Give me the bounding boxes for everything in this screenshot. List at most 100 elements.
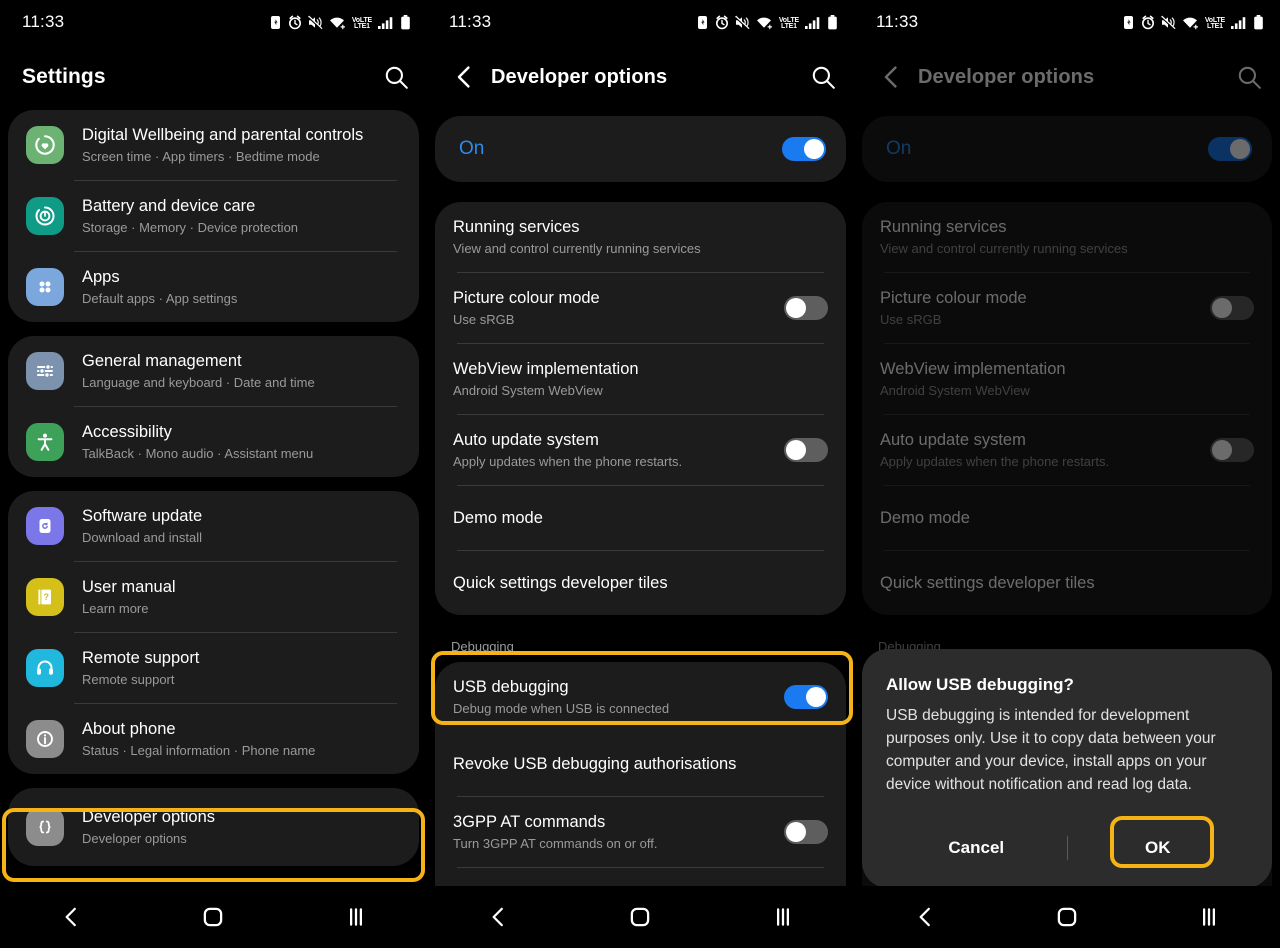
volte-icon: VoLTE LTE1 [351, 16, 372, 30]
item-title: Picture colour mode [453, 289, 600, 307]
battery-saver-icon [270, 15, 280, 29]
info-icon [26, 720, 64, 758]
sidebar-item-apps[interactable]: Apps Default apps · App settings [8, 252, 419, 322]
battery-saver-icon [697, 15, 707, 29]
list-item-text: About phone Status · Legal information ·… [82, 718, 401, 760]
list-item-demo-mode: Demo mode [862, 486, 1272, 550]
item-title: WebView implementation [880, 360, 1066, 378]
picture-colour-mode-toggle[interactable] [784, 296, 828, 320]
panel-settings: 11:33 VoLTE LTE1 Settings Digital Wellbe… [0, 0, 427, 948]
nav-home-icon[interactable] [1054, 904, 1080, 930]
sidebar-item-remote-support[interactable]: Remote support Remote support [8, 633, 419, 703]
dev-options-appbar: Developer options [854, 44, 1280, 110]
item-title: Demo mode [880, 509, 970, 527]
dialog-body: USB debugging is intended for developmen… [886, 707, 1216, 793]
list-item-webview-implementation[interactable]: WebView implementation Android System We… [435, 344, 846, 414]
item-title: General management [82, 352, 242, 370]
list-item-text: Apps Default apps · App settings [82, 266, 401, 308]
item-title: WebView implementation [453, 360, 639, 378]
nav-back-icon[interactable] [912, 904, 938, 930]
dev-options-master-switch-row[interactable]: On [435, 116, 846, 182]
item-title: Accessibility [82, 423, 172, 441]
battery-care-icon [26, 197, 64, 235]
item-subtitle: Apply updates when the phone restarts. [880, 454, 1110, 469]
item-title: Running services [453, 218, 580, 236]
section-header-debugging: Debugging [451, 639, 514, 654]
auto-update-system-toggle[interactable] [784, 438, 828, 462]
list-item-picture-colour-mode[interactable]: Picture colour mode Use sRGB [435, 273, 846, 343]
allow-usb-debugging-dialog: Allow USB debugging? USB debugging is in… [862, 649, 1272, 888]
settings-group-developer: Developer options Developer options [8, 788, 419, 866]
item-title: Demo mode [453, 509, 543, 527]
list-item-usb-debugging[interactable]: USB debugging Debug mode when USB is con… [435, 662, 846, 732]
sidebar-item-battery-device-care[interactable]: Battery and device care Storage · Memory… [8, 181, 419, 251]
usb-debugging-toggle[interactable] [784, 685, 828, 709]
mute-icon [1160, 15, 1176, 30]
list-item-running-services: Running services View and control curren… [862, 202, 1272, 272]
search-icon[interactable] [810, 64, 836, 90]
nav-back-icon[interactable] [485, 904, 511, 930]
item-title: Revoke USB debugging authorisations [453, 755, 737, 773]
nav-bar-3 [854, 886, 1280, 948]
master-switch-label: On [459, 138, 485, 159]
sidebar-item-general-management[interactable]: General management Language and keyboard… [8, 336, 419, 406]
status-icons: VoLTE LTE1 [696, 14, 838, 30]
chevron-left-icon[interactable] [449, 62, 479, 92]
item-title: Digital Wellbeing and parental controls [82, 126, 364, 144]
status-clock: 11:33 [22, 12, 65, 31]
apps-icon [26, 268, 64, 306]
sidebar-item-digital-wellbeing[interactable]: Digital Wellbeing and parental controls … [8, 110, 419, 180]
sidebar-item-accessibility[interactable]: Accessibility TalkBack · Mono audio · As… [8, 407, 419, 477]
nav-home-icon[interactable] [200, 904, 226, 930]
cancel-button[interactable]: Cancel [886, 818, 1067, 878]
list-item-auto-update-system[interactable]: Auto update system Apply updates when th… [435, 415, 846, 485]
ok-button[interactable]: OK [1068, 818, 1249, 878]
item-subtitle: Download and install [82, 530, 202, 545]
sidebar-item-developer-options[interactable]: Developer options Developer options [8, 788, 419, 866]
mute-icon [734, 15, 750, 30]
volte-icon: VoLTE LTE1 [1204, 16, 1225, 30]
nav-home-icon[interactable] [627, 904, 653, 930]
item-title: Running services [880, 218, 1007, 236]
nav-recents-icon[interactable] [343, 904, 369, 930]
list-item-quick-settings-developer-tiles[interactable]: Quick settings developer tiles [435, 551, 846, 615]
dev-options-group-top: Running services View and control curren… [435, 202, 846, 615]
three-panel-screenshot: 11:33 VoLTE LTE1 Settings Digital Wellbe… [0, 0, 1280, 948]
sidebar-item-user-manual[interactable]: ? User manual Learn more [8, 562, 419, 632]
list-item-revoke-usb-debugging-authorisations[interactable]: Revoke USB debugging authorisations [435, 732, 846, 796]
list-item-text: Remote support Remote support [82, 647, 401, 689]
list-item-quick-settings-developer-tiles: Quick settings developer tiles [862, 551, 1272, 615]
item-subtitle: Status · Legal information · Phone name [82, 743, 316, 758]
item-subtitle: View and control currently running servi… [880, 241, 1128, 256]
wifi-icon [329, 17, 345, 29]
list-item-picture-colour-mode: Picture colour mode Use sRGB [862, 273, 1272, 343]
list-item-text: User manual Learn more [82, 576, 401, 618]
search-icon[interactable] [383, 64, 409, 90]
software-update-icon [26, 507, 64, 545]
status-icons: VoLTE LTE1 [269, 14, 411, 30]
list-item-text: General management Language and keyboard… [82, 350, 401, 392]
nav-recents-icon[interactable] [770, 904, 796, 930]
item-subtitle: Use sRGB [880, 312, 942, 327]
list-item-demo-mode[interactable]: Demo mode [435, 486, 846, 550]
sidebar-item-about-phone[interactable]: About phone Status · Legal information ·… [8, 704, 419, 774]
list-item-3gpp-at-commands[interactable]: 3GPP AT commands Turn 3GPP AT commands o… [435, 797, 846, 867]
item-subtitle: View and control currently running servi… [453, 241, 701, 256]
master-switch-toggle[interactable] [782, 137, 826, 161]
list-item-text: Quick settings developer tiles [453, 572, 828, 594]
nav-back-icon[interactable] [58, 904, 84, 930]
sidebar-item-software-update[interactable]: Software update Download and install [8, 491, 419, 561]
settings-appbar: Settings [0, 44, 427, 110]
page-title: Developer options [918, 65, 1095, 88]
list-item-text: Auto update system Apply updates when th… [453, 429, 772, 471]
nav-recents-icon[interactable] [1196, 904, 1222, 930]
item-title: USB debugging [453, 678, 569, 696]
list-item-text: Revoke USB debugging authorisations [453, 753, 828, 775]
item-title: Apps [82, 268, 120, 286]
item-subtitle: Debug mode when USB is connected [453, 701, 670, 716]
status-bar-2: 11:33 VoLTE LTE1 [427, 0, 854, 44]
list-item-running-services[interactable]: Running services View and control curren… [435, 202, 846, 272]
volte-icon: VoLTE LTE1 [778, 16, 799, 30]
3gpp-at-commands-toggle[interactable] [784, 820, 828, 844]
status-bar-1: 11:33 VoLTE LTE1 [0, 0, 427, 44]
